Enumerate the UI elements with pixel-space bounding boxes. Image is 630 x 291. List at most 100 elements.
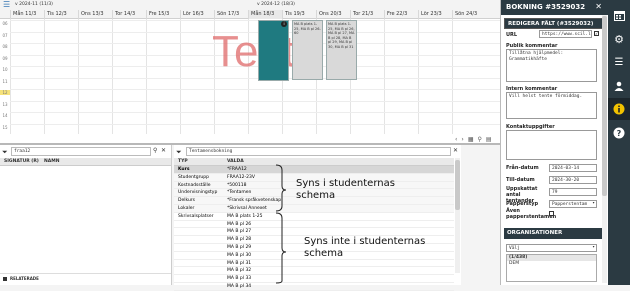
object-value: *FRAA12 — [227, 167, 247, 172]
calendar-icon[interactable]: ▦ — [468, 136, 474, 143]
annotation-brackets — [275, 164, 287, 284]
calendar-icon[interactable] — [608, 4, 630, 26]
to-date-label: Till-datum — [506, 177, 535, 183]
object-value: MA B pl 31 — [227, 260, 252, 266]
hour-label: 15 — [2, 124, 8, 130]
search-icon[interactable]: ⚲ — [477, 136, 481, 143]
url-checkbox[interactable]: ✓ — [594, 31, 599, 36]
day-header[interactable]: Fre 22/3 — [384, 10, 418, 19]
object-value: MA B pl 29 — [227, 244, 252, 250]
objects-scrollbar[interactable] — [455, 158, 460, 273]
hour-line — [10, 123, 500, 125]
object-row[interactable]: Skrivsalsplatser MA B plats 1-25 — [174, 213, 454, 221]
object-value: *500118 — [227, 182, 247, 188]
reservation-template-select[interactable]: Tentamensbokning — [186, 147, 451, 156]
object-row[interactable]: MA B pl 34 — [174, 283, 454, 291]
col-typ: TYP — [178, 159, 188, 164]
info-icon: i — [281, 21, 287, 27]
annotation-visible: Syns i studenternas schema — [296, 178, 395, 201]
chevron-left-icon[interactable]: ‹ — [455, 136, 457, 143]
hour-label: 13 — [2, 101, 8, 107]
object-type: Kostnadsställe — [178, 182, 211, 188]
to-date-input[interactable]: 2024-30-20 — [549, 176, 597, 184]
day-divider — [112, 19, 113, 134]
day-header[interactable]: Tis 12/3 — [44, 10, 78, 19]
count-input[interactable]: 79 — [549, 188, 597, 196]
public-comment-input[interactable]: Tillåtna hjälpmedel: Grammatikhäfte — [506, 49, 597, 82]
object-value: MA B pl 32 — [227, 268, 252, 274]
from-date-input[interactable]: 2024-03-14 — [549, 164, 597, 172]
object-row[interactable]: MA B pl 27 — [174, 228, 454, 237]
org-select[interactable]: Välj ▾ — [506, 244, 597, 252]
annotation-hidden: Syns inte i studenternas schema — [304, 236, 426, 259]
day-header[interactable]: Lör 23/3 — [418, 10, 452, 19]
paper-type-select[interactable]: Papperstentam ▾ — [549, 200, 597, 208]
day-header[interactable]: Mån 11/3 — [10, 10, 44, 19]
object-value: *Tentamen — [227, 190, 252, 196]
day-header[interactable]: Ons 20/3 — [316, 10, 350, 19]
hour-label: 08 — [2, 44, 8, 49]
grid-icon[interactable]: ▤ — [486, 136, 492, 143]
booking-event-tue[interactable]: MA B plats 1-25, MA B pl 26-60 — [292, 20, 323, 80]
internal-comment-input[interactable]: Vill helst tente förmiddag. — [506, 92, 597, 119]
hour-line — [10, 20, 500, 21]
clear-icon[interactable]: ✕ — [453, 147, 458, 154]
hour-label: 06 — [2, 21, 8, 26]
contact-input[interactable] — [506, 130, 597, 160]
selected-booking-event[interactable]: i — [258, 20, 289, 81]
filter-icon[interactable]: ⏷ — [176, 148, 182, 157]
info-icon[interactable] — [608, 98, 630, 120]
list-icon[interactable]: ☰ — [608, 51, 630, 73]
day-header[interactable]: Mån 18/3 — [248, 10, 282, 19]
related-checkbox[interactable] — [3, 277, 7, 281]
day-header[interactable]: Lör 16/3 — [180, 10, 214, 19]
day-header[interactable]: Fre 15/3 — [146, 10, 180, 19]
object-row[interactable]: MA B pl 26 — [174, 221, 454, 229]
hour-line — [10, 112, 500, 113]
also-paper-checkbox[interactable] — [549, 211, 554, 216]
day-divider — [44, 19, 45, 134]
booking-event-wed[interactable]: MA B plats 1-25, MA B pl 26, MA B pl 27,… — [326, 20, 357, 80]
object-row[interactable]: MA B pl 33 — [174, 275, 454, 283]
org-list: (1/438) DEM — [506, 254, 597, 282]
hour-label: 11 — [2, 78, 8, 84]
objects-header: TYP VALDA — [174, 158, 454, 166]
filter-icon[interactable]: ⏷ — [2, 148, 8, 157]
search-input[interactable]: fraa12 — [11, 147, 151, 156]
day-header[interactable]: Sön 17/3 — [214, 10, 248, 19]
day-divider — [78, 19, 79, 134]
clear-icon[interactable]: ✕ — [161, 147, 166, 154]
object-row[interactable]: MA B pl 31 — [174, 260, 454, 268]
object-value: *Skrivsal Annexet — [227, 205, 267, 211]
object-value: MA B pl 27 — [227, 229, 252, 235]
day-header[interactable]: Ons 13/3 — [78, 10, 112, 19]
day-header[interactable]: Tis 19/3 — [282, 10, 316, 19]
url-label: URL — [506, 32, 518, 38]
org-item[interactable]: DEM — [507, 261, 596, 267]
menu-icon[interactable]: ☰ — [3, 0, 10, 9]
day-header[interactable]: Tor 14/3 — [112, 10, 146, 19]
search-icon[interactable]: ⚲ — [153, 147, 157, 154]
user-icon[interactable] — [608, 75, 630, 97]
help-icon[interactable]: ? — [608, 122, 630, 144]
close-icon[interactable]: ✕ — [595, 2, 602, 11]
day-header[interactable]: Sön 24/3 — [452, 10, 486, 19]
chevron-right-icon[interactable]: › — [461, 136, 463, 143]
day-divider — [384, 19, 385, 134]
day-header[interactable]: Tor 21/3 — [350, 10, 384, 19]
day-divider — [180, 19, 181, 134]
object-type: Lokaler — [178, 205, 195, 211]
object-type: Undervisningstyp — [178, 190, 218, 196]
col-signature[interactable]: SIGNATUR (R) — [4, 159, 39, 165]
url-input[interactable]: https://www.scil.lu — [539, 30, 592, 38]
hour-label: 09 — [2, 55, 8, 61]
col-name[interactable]: NAMN — [44, 159, 60, 165]
object-type: Studentgrupp — [178, 174, 209, 180]
panel-scrollbar[interactable] — [602, 15, 607, 283]
object-row[interactable]: Kurs *FRAA12 — [174, 166, 454, 174]
object-value: MA B pl 26 — [227, 221, 252, 227]
object-row[interactable]: MA B pl 32 — [174, 267, 454, 276]
settings-icon[interactable]: ⚙ — [608, 28, 630, 50]
org-title: ORGANISATIONER — [507, 230, 563, 236]
object-row[interactable]: Lokaler *Skrivsal Annexet — [174, 204, 454, 213]
